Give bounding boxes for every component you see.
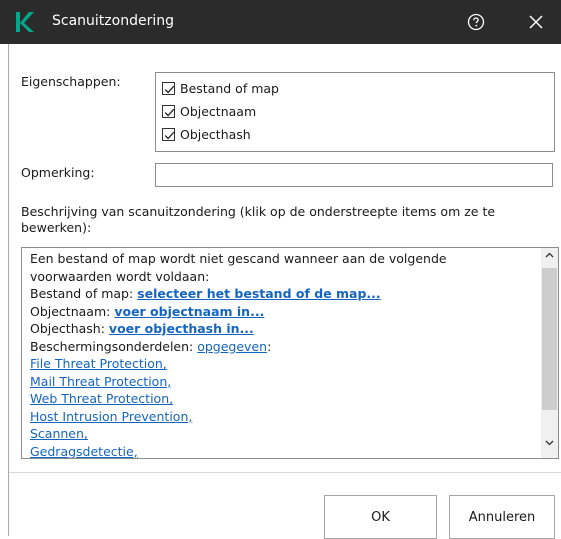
enter-object-name-link[interactable]: voer objectnaam in... <box>114 304 264 319</box>
checkmark-icon <box>164 85 175 93</box>
properties-label: Eigenschappen: <box>21 74 121 89</box>
objhash-condition-label: Objecthash: <box>30 321 109 336</box>
component-link-behavior-detection[interactable]: Gedragsdetectie, <box>30 444 138 459</box>
properties-list: Bestand of map Objectnaam Objecthash <box>155 72 555 152</box>
components-condition-label: Beschermingsonderdelen: <box>30 338 198 354</box>
checkmark-icon <box>164 108 175 116</box>
objname-condition-label: Objectnaam: <box>30 303 115 319</box>
file-condition-label: Bestand of map: <box>30 286 138 301</box>
file-condition: Bestand of map: selecteer het bestand of… <box>30 285 530 303</box>
dialog-content: Eigenschappen: Bestand of map Objectnaam… <box>8 44 561 539</box>
checkbox[interactable] <box>162 127 175 141</box>
intro-line-2: voorwaarden wordt voldaan: <box>30 268 210 284</box>
cancel-button[interactable]: Annuleren <box>449 495 555 539</box>
checkbox[interactable] <box>162 104 175 118</box>
component-link-mail-threat-protection[interactable]: Mail Threat Protection, <box>30 374 171 389</box>
components-specified-link[interactable]: opgegeven <box>197 339 267 354</box>
intro-line-1: Een bestand of map wordt niet gescand wa… <box>30 251 447 266</box>
remark-label: Opmerking: <box>21 165 95 180</box>
scroll-up-icon[interactable] <box>545 252 554 258</box>
property-object-hash[interactable]: Objecthash <box>162 123 251 145</box>
objname-condition: Objectnaam: voer objectnaam in... <box>30 303 530 321</box>
objhash-condition: Objecthash: voer objecthash in... <box>30 320 530 338</box>
property-file-or-folder[interactable]: Bestand of map <box>162 77 279 99</box>
enter-object-hash-link[interactable]: voer objecthash in... <box>109 321 254 336</box>
close-icon[interactable] <box>528 14 544 30</box>
property-label: Objectnaam <box>180 103 257 119</box>
kaspersky-logo-icon <box>16 12 34 32</box>
dialog-footer: OK Annuleren <box>9 472 561 539</box>
components-suffix: : <box>267 338 272 354</box>
description-box: Een bestand of map wordt niet gescand wa… <box>21 247 559 459</box>
property-label: Objecthash <box>180 126 251 142</box>
remark-input[interactable] <box>155 163 553 187</box>
scroll-down-icon[interactable] <box>545 440 554 446</box>
property-object-name[interactable]: Objectnaam <box>162 100 256 122</box>
description-label: Beschrijving van scanuitzondering (klik … <box>21 204 496 235</box>
help-icon[interactable] <box>466 12 486 32</box>
title-bar: Scanuitzondering <box>0 0 561 44</box>
description-text: Een bestand of map wordt niet gescand wa… <box>30 250 530 459</box>
description-scrollbar[interactable] <box>541 248 558 458</box>
component-link-file-threat-protection[interactable]: File Threat Protection, <box>30 356 167 371</box>
select-file-link[interactable]: selecteer het bestand of de map... <box>137 286 381 301</box>
property-label: Bestand of map <box>180 80 279 96</box>
components-condition: Beschermingsonderdelen: opgegeven: <box>30 338 530 356</box>
ok-button[interactable]: OK <box>324 495 437 539</box>
checkbox[interactable] <box>162 81 175 95</box>
component-link-host-intrusion-prevention[interactable]: Host Intrusion Prevention, <box>30 409 192 424</box>
component-link-scan[interactable]: Scannen, <box>30 426 88 441</box>
component-link-web-threat-protection[interactable]: Web Threat Protection, <box>30 391 173 406</box>
checkmark-icon <box>164 131 175 139</box>
window-title: Scanuitzondering <box>52 13 174 29</box>
scrollbar-thumb[interactable] <box>542 268 557 410</box>
